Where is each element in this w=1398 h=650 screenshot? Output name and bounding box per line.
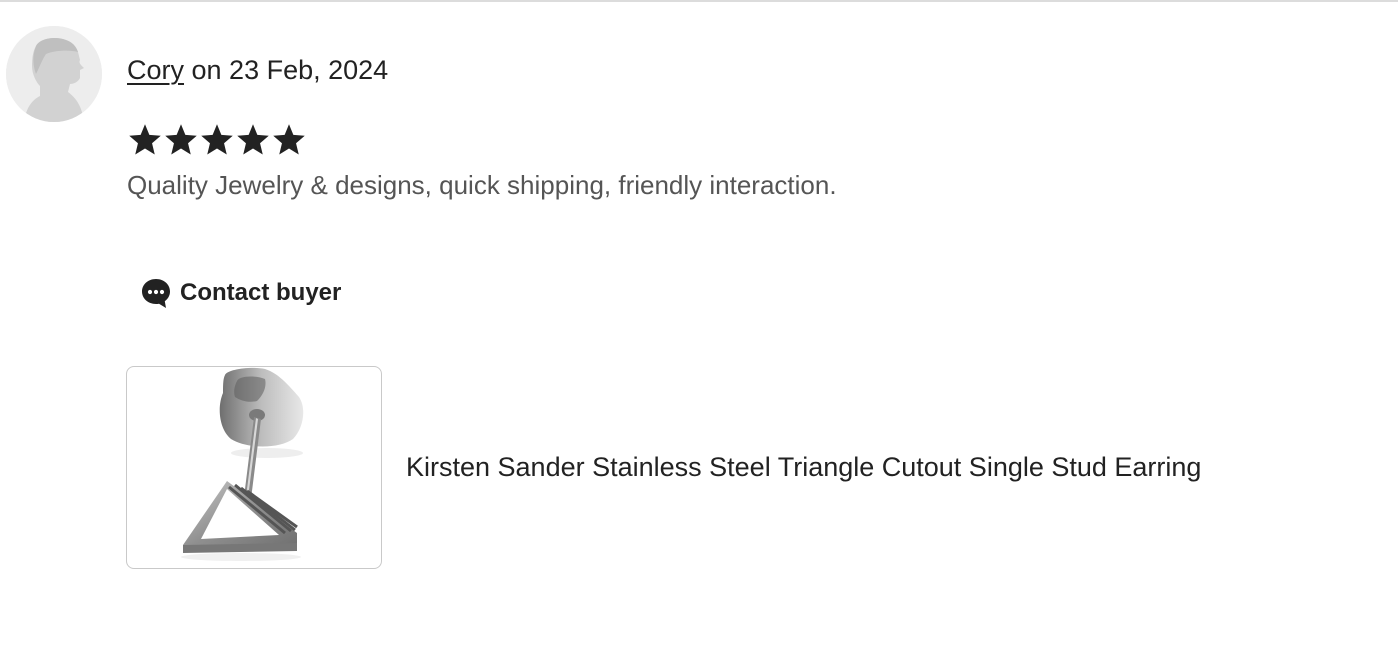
star-filled-icon: [165, 124, 197, 155]
star-filled-icon: [273, 124, 305, 155]
review-header: Cory on 23 Feb, 2024: [127, 52, 388, 88]
star-filled-icon: [201, 124, 233, 155]
review-text: Quality Jewelry & designs, quick shippin…: [127, 170, 837, 200]
reviewer-name-link[interactable]: Cory: [127, 55, 184, 85]
top-divider: [0, 0, 1398, 2]
star-filled-icon: [129, 124, 161, 155]
reviewer-avatar: [6, 26, 102, 122]
star-filled-icon: [237, 124, 269, 155]
star-rating: [127, 121, 307, 159]
contact-buyer-label: Contact buyer: [180, 279, 342, 306]
chat-bubble-icon: [142, 279, 170, 308]
review-date: on 23 Feb, 2024: [184, 55, 389, 85]
product-thumbnail[interactable]: [126, 365, 382, 569]
user-silhouette-icon: [6, 26, 102, 122]
contact-buyer-button[interactable]: Contact buyer: [136, 270, 349, 316]
product-title: Kirsten Sander Stainless Steel Triangle …: [406, 452, 1202, 482]
product-link[interactable]: Kirsten Sander Stainless Steel Triangle …: [126, 365, 1306, 569]
earring-product-image: [181, 367, 304, 561]
